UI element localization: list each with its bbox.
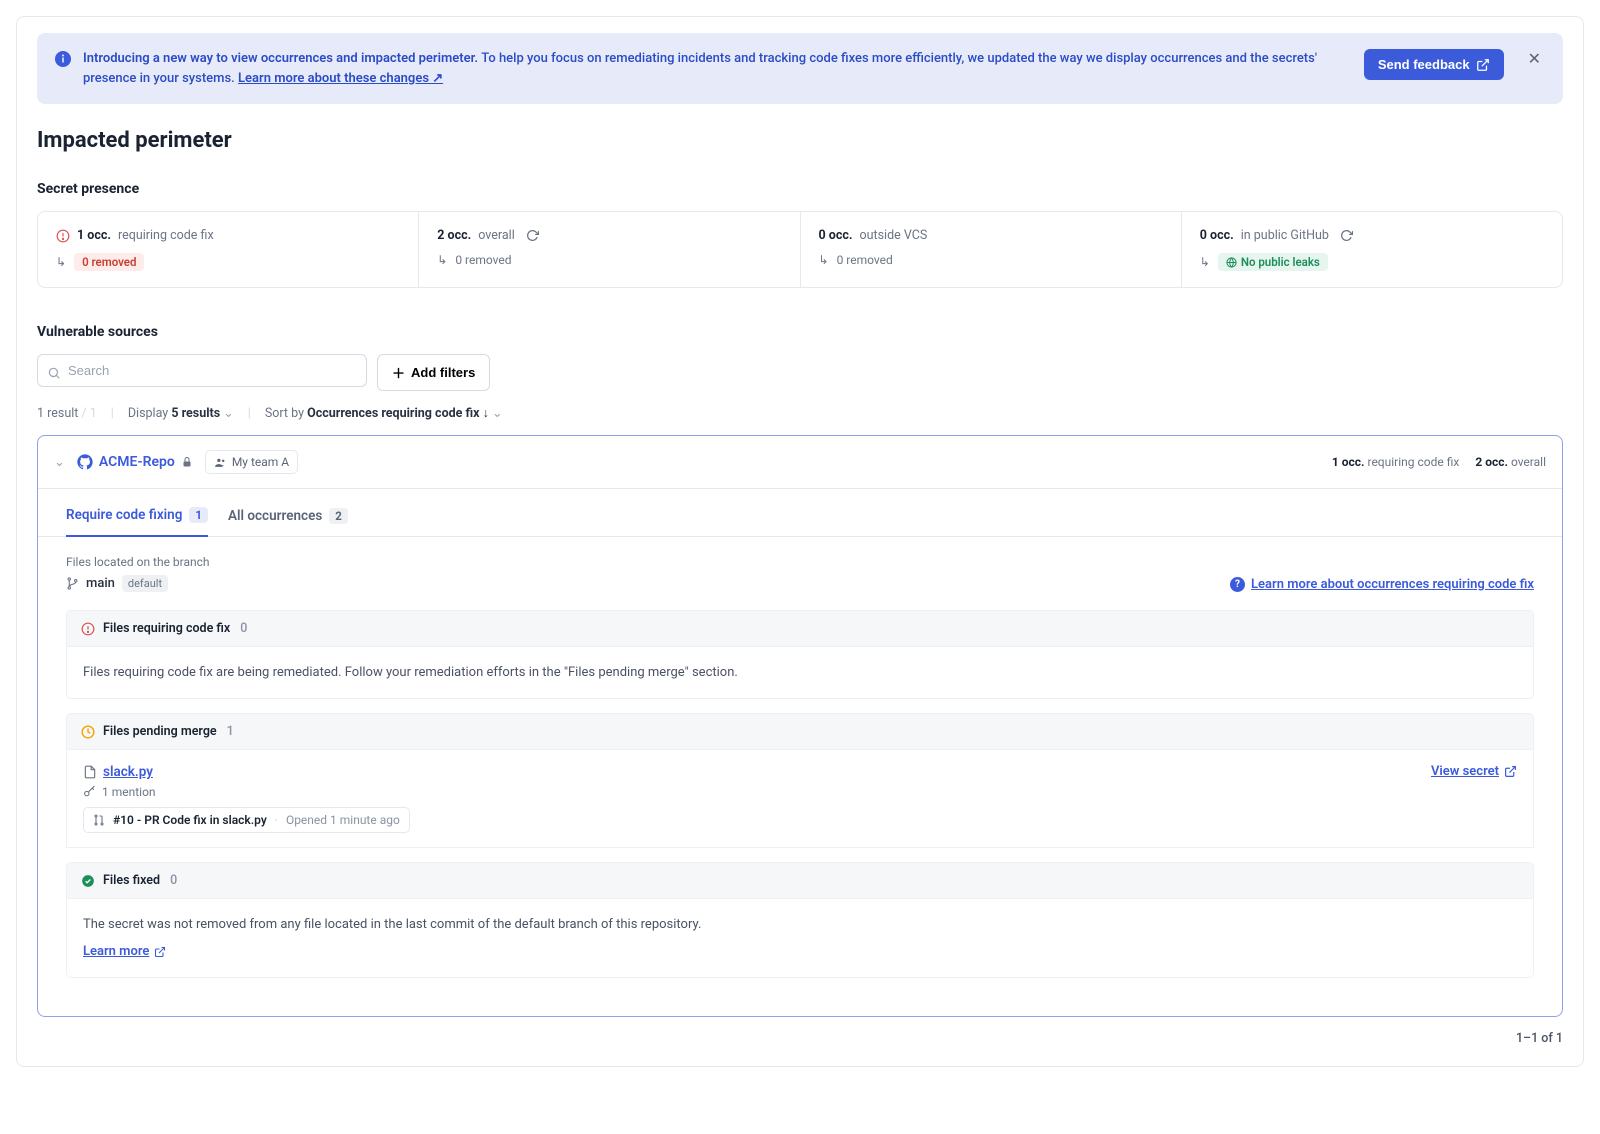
tab-all-occurrences[interactable]: All occurrences 2 <box>228 507 348 536</box>
section-fixed-header: Files fixed 0 <box>66 862 1534 899</box>
banner-learn-link[interactable]: Learn more about these changes ↗ <box>238 71 443 86</box>
section-require-fix-header: Files requiring code fix 0 <box>66 610 1534 647</box>
send-feedback-button[interactable]: Send feedback <box>1364 49 1504 80</box>
file-link[interactable]: slack.py <box>83 764 1431 780</box>
check-circle-icon <box>81 873 95 888</box>
chevron-down-icon: ⌄ <box>492 406 502 421</box>
alert-icon <box>81 621 95 636</box>
page-title: Impacted perimeter <box>37 128 1563 153</box>
banner-text: Introducing a new way to view occurrence… <box>83 49 1352 88</box>
add-filters-button[interactable]: ＋ Add filters <box>377 354 490 391</box>
chevron-down-icon[interactable]: ⌄ <box>54 455 65 470</box>
presence-card-public-github: 0 occ. in public GitHub ↳ No public leak… <box>1182 212 1562 287</box>
repo-name-link[interactable]: ACME-Repo <box>77 454 193 470</box>
repo-panel: ⌄ ACME-Repo My team A 1 occ. requiring c… <box>37 435 1563 1017</box>
no-leaks-badge: No public leaks <box>1218 253 1328 271</box>
banner-lead: Introducing a new way to view occurrence… <box>83 51 478 66</box>
return-arrow-icon: ↳ <box>437 253 447 267</box>
git-branch-icon <box>66 577 79 590</box>
search-input[interactable] <box>37 354 367 387</box>
sources-heading: Vulnerable sources <box>37 324 1563 340</box>
github-icon <box>77 454 93 470</box>
mention-row: 1 mention <box>83 785 1431 799</box>
close-icon[interactable]: ✕ <box>1524 49 1545 69</box>
alert-icon <box>56 228 70 243</box>
display-dropdown[interactable]: Display 5 results ⌄ <box>128 405 234 421</box>
pr-chip[interactable]: #10 - PR Code fix in slack.py · Opened 1… <box>83 807 410 833</box>
return-arrow-icon: ↳ <box>1200 255 1210 269</box>
search-icon <box>47 366 61 380</box>
refresh-icon[interactable] <box>526 228 539 243</box>
results-meta: 1 result / 1 | Display 5 results ⌄ | Sor… <box>37 405 1563 421</box>
git-pull-request-icon <box>93 814 105 826</box>
sort-dropdown[interactable]: Sort by Occurrences requiring code fix ↓… <box>265 405 503 421</box>
presence-card-outside-vcs: 0 occ. outside VCS ↳ 0 removed <box>801 212 1182 287</box>
info-banner: Introducing a new way to view occurrence… <box>37 33 1563 104</box>
external-link-icon <box>1504 765 1517 778</box>
presence-heading: Secret presence <box>37 181 1563 197</box>
default-badge: default <box>122 575 168 592</box>
presence-card-overall: 2 occ. overall ↳ 0 removed <box>419 212 800 287</box>
team-chip[interactable]: My team A <box>205 450 298 474</box>
section-fixed-body: The secret was not removed from any file… <box>66 899 1534 978</box>
repo-stats: 1 occ. requiring code fix 2 occ. overall <box>1332 455 1546 469</box>
pagination: 1–1 of 1 <box>37 1031 1563 1046</box>
presence-grid: 1 occ. requiring code fix ↳ 0 removed 2 … <box>37 211 1563 288</box>
file-icon <box>83 765 97 779</box>
return-arrow-icon: ↳ <box>56 255 66 269</box>
search-input-wrapper <box>37 354 367 391</box>
team-icon <box>214 456 227 469</box>
removed-badge: 0 removed <box>74 253 144 271</box>
section-require-fix-body: Files requiring code fix are being remed… <box>66 647 1534 699</box>
refresh-icon[interactable] <box>1340 228 1353 243</box>
repo-tabs: Require code fixing 1 All occurrences 2 <box>38 489 1562 537</box>
presence-card-code-fix: 1 occ. requiring code fix ↳ 0 removed <box>38 212 419 287</box>
section-pending-merge-header: Files pending merge 1 <box>66 713 1534 750</box>
view-secret-link[interactable]: View secret <box>1431 764 1517 779</box>
branch-info: Files located on the branch main default <box>66 555 210 592</box>
external-link-icon <box>154 946 166 958</box>
clock-icon <box>81 724 95 739</box>
chevron-down-icon: ⌄ <box>223 406 233 421</box>
pending-file-block: slack.py 1 mention #10 - PR Code fix in … <box>66 750 1534 848</box>
repo-header[interactable]: ⌄ ACME-Repo My team A 1 occ. requiring c… <box>38 436 1562 489</box>
tab-require-code-fixing[interactable]: Require code fixing 1 <box>66 507 208 537</box>
learn-occurrences-link[interactable]: ? Learn more about occurrences requiring… <box>1230 577 1534 592</box>
key-icon <box>83 786 96 799</box>
lock-icon <box>181 456 193 468</box>
learn-more-link[interactable]: Learn more <box>83 944 166 959</box>
help-icon: ? <box>1230 577 1245 592</box>
plus-icon: ＋ <box>392 363 405 382</box>
return-arrow-icon: ↳ <box>819 253 829 267</box>
info-icon <box>55 51 71 67</box>
